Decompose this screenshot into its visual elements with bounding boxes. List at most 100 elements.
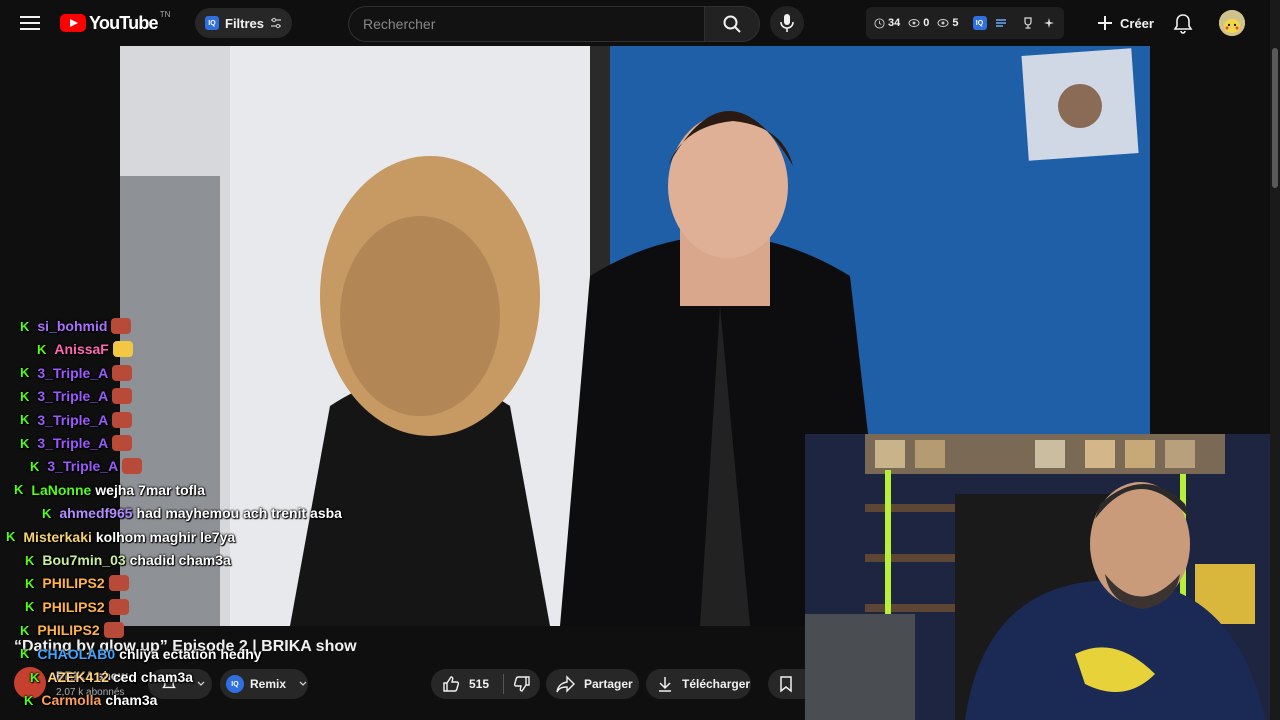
chat-message: K 3_Triple_A [20,409,133,431]
thumbs-up-icon[interactable] [441,674,461,694]
chat-text: chadid cham3a [129,552,231,568]
chat-username[interactable]: AZEK412 [47,669,108,685]
chat-username[interactable]: PHILIPS2 [42,599,104,615]
iq-extension-icon[interactable]: IQ [972,16,987,30]
user-avatar[interactable] [1219,10,1245,36]
chat-username[interactable]: 3_Triple_A [37,388,108,404]
bookmark-icon [780,676,792,693]
emote-icon [112,411,133,428]
chat-message: K Carmolla cham3a [24,689,157,711]
chat-username[interactable]: si_bohmid [37,318,107,334]
chat-message: K CHAOLAB0 chliya ectation hedhy [20,643,262,665]
logo-country-code: TN [159,10,171,19]
share-button[interactable]: Partager [546,669,639,699]
save-button[interactable] [768,669,805,699]
emote-icon [111,318,132,334]
chat-text: cham3a [105,692,158,709]
streamer-webcam [805,434,1280,720]
search-input[interactable] [349,7,695,41]
chat-username[interactable]: LaNonne [31,482,91,498]
emote-icon [112,341,133,358]
filters-button[interactable]: IQ Filtres [195,8,293,38]
search-box [348,6,705,42]
kick-badge-icon: K [25,552,35,568]
emote-icon [108,575,129,592]
youtube-play-icon [60,14,86,32]
like-count: 515 [469,677,490,691]
trophy-icon[interactable] [1021,16,1035,30]
youtube-logo[interactable]: YouTube TN [60,10,171,34]
download-label: Télécharger [682,677,751,691]
chat-username[interactable]: 3_Triple_A [37,412,108,428]
chat-username[interactable]: Carmolla [41,692,101,708]
chat-username[interactable]: 3_Triple_A [37,435,108,451]
chat-username[interactable]: 3_Triple_A [47,458,118,474]
page-scrollbar-thumb[interactable] [1272,48,1278,188]
chat-username[interactable]: Bou7min_03 [42,552,125,568]
plus-icon [1098,16,1112,30]
kick-badge-icon: K [20,318,30,334]
chat-username[interactable]: 3_Triple_A [37,365,108,381]
iq-extension-icon: IQ [205,16,219,30]
chat-username[interactable]: PHILIPS2 [37,622,99,638]
chevron-down-icon [197,681,205,686]
bell-icon [1173,14,1193,34]
download-icon [659,677,671,692]
list-icon[interactable] [995,17,1007,29]
kick-badge-icon: K [6,529,16,545]
notifications-button[interactable] [1170,11,1196,37]
create-button[interactable]: Créer [1086,8,1164,38]
search-icon [723,15,741,33]
kick-badge-icon: K [20,388,30,404]
kick-badge-icon: K [30,458,40,474]
kick-badge-icon: K [30,669,40,685]
emote-icon [112,364,133,381]
chat-message: K Misterkaki kolhom maghir le7ya [6,526,235,548]
sparkle-icon[interactable] [1043,17,1055,29]
menu-button[interactable] [18,12,42,34]
iq-extension-icon: IQ [226,675,244,693]
chat-message: K Bou7min_03 chadid cham3a [25,549,231,571]
chat-text: had mayhemou ach trenit asba [136,505,342,522]
kick-badge-icon: K [25,599,35,615]
emote-icon [103,622,124,639]
kick-badge-icon: K [20,412,30,428]
kick-badge-icon: K [20,622,30,638]
download-button[interactable]: Télécharger [646,669,751,699]
remix-button[interactable]: IQ Remix [220,669,308,699]
chat-message: K PHILIPS2 [25,596,129,618]
chat-message: K 3_Triple_A [20,432,133,454]
chat-username[interactable]: AnissaF [54,341,108,357]
eye-icon [937,19,949,27]
create-label: Créer [1120,15,1154,31]
chat-message: K 3_Triple_A [20,362,133,384]
extension-stats-panel[interactable]: 34 0 5 IQ [866,7,1064,39]
pikachu-avatar-icon [1219,10,1245,36]
chat-username[interactable]: PHILIPS2 [42,575,104,591]
logo-text: YouTube [89,12,159,33]
kick-badge-icon: K [20,646,30,662]
webcam-frame [805,434,1280,720]
chat-username[interactable]: ahmedf965 [59,505,132,521]
kick-badge-icon: K [25,575,35,591]
chat-message: Ksi_bohmid [20,315,132,337]
kick-badge-icon: K [37,341,47,357]
share-label: Partager [584,677,633,691]
chat-username[interactable]: Misterkaki [23,529,91,545]
chat-message: K AZEK412 ced cham3a [30,666,193,688]
thumbs-down-icon[interactable] [512,674,532,694]
chat-text: chliya ectation hedhy [119,645,262,662]
chat-message: K 3_Triple_A [20,385,133,407]
emote-icon [122,458,143,475]
chat-text: kolhom maghir le7ya [95,528,236,545]
chat-username[interactable]: CHAOLAB0 [37,646,115,662]
kick-badge-icon: K [14,482,24,498]
search-button[interactable] [704,6,760,42]
stat-value: 5 [952,17,959,29]
kick-badge-icon: K [20,435,30,451]
chevron-down-icon [299,681,307,686]
stat-value: 0 [923,17,930,29]
emote-icon [112,435,133,451]
chat-message: K PHILIPS2 [25,572,129,594]
voice-search-button[interactable] [770,6,804,40]
